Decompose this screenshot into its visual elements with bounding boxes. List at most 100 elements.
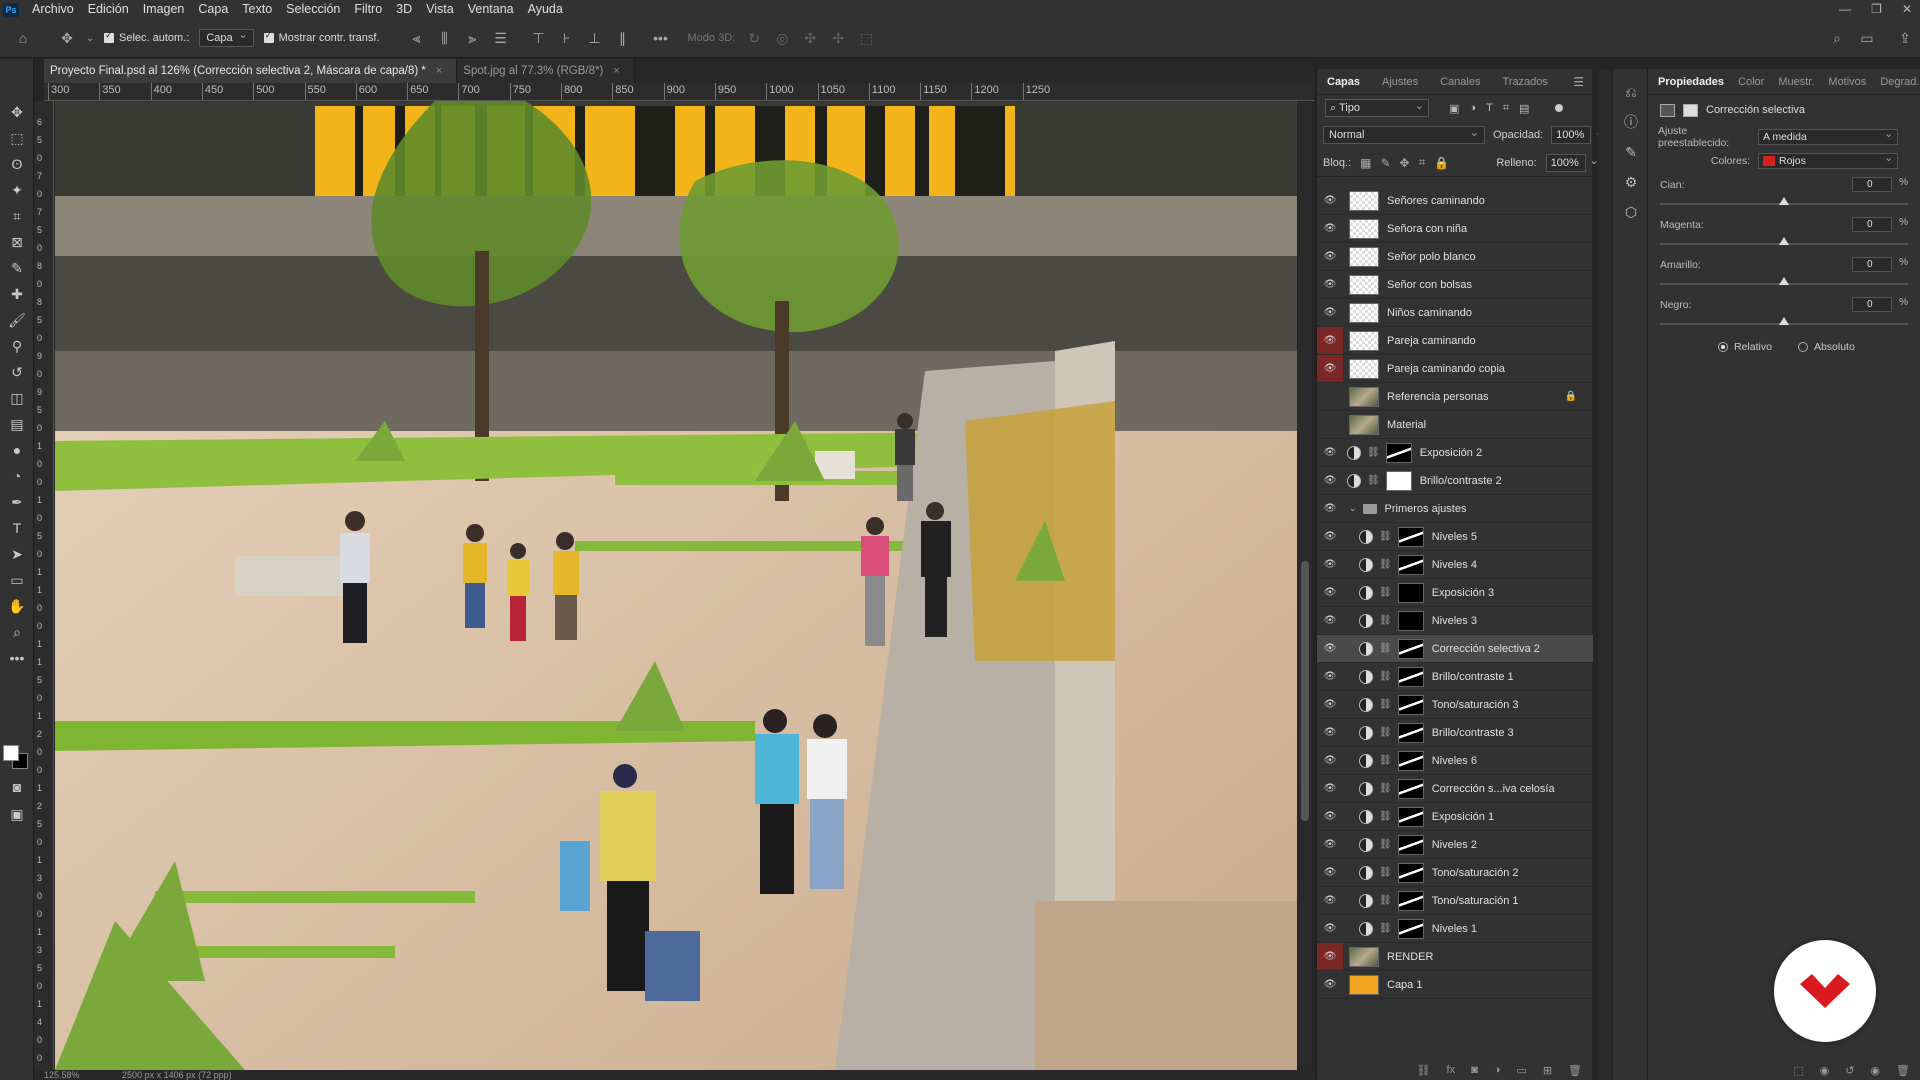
roll-3d-icon[interactable]: ◎	[773, 30, 791, 47]
layer-row[interactable]: 👁 ⛓ Niveles 6	[1317, 747, 1593, 775]
reset-icon[interactable]: ↺	[1845, 1064, 1854, 1077]
marquee-tool-icon[interactable]: ⬚	[0, 125, 34, 151]
slider-knob-icon[interactable]	[1779, 197, 1789, 205]
layer-mask-thumbnail[interactable]	[1397, 750, 1424, 771]
lock-transparency-icon[interactable]: ▦	[1360, 156, 1371, 170]
auto-select-checkbox[interactable]: Selec. autom.:	[104, 30, 189, 44]
shape-filter-icon[interactable]: ⌗	[1503, 102, 1509, 115]
relative-radio[interactable]: Relativo	[1718, 341, 1772, 353]
layer-row[interactable]: 👁 ⛓ Brillo/contraste 1	[1317, 663, 1593, 691]
visibility-eye-icon[interactable]: 👁	[1317, 419, 1343, 430]
layer-row[interactable]: 👁 Pareja caminando	[1317, 327, 1593, 355]
healing-brush-icon[interactable]: ✚	[0, 281, 34, 307]
layer-thumbnail[interactable]	[1349, 386, 1379, 407]
menu-item[interactable]: Ayuda	[521, 0, 570, 19]
blur-tool-icon[interactable]: ●	[0, 437, 34, 463]
mask-link-icon[interactable]: ⛓	[1379, 559, 1392, 570]
layer-thumbnail[interactable]	[1349, 330, 1379, 351]
visibility-eye-icon[interactable]: 👁	[1317, 895, 1343, 906]
colors-dropdown[interactable]: Rojos	[1758, 151, 1898, 169]
layers-scrollbar[interactable]	[1598, 69, 1612, 1080]
mask-link-icon[interactable]: ⛓	[1379, 615, 1392, 626]
mask-link-icon[interactable]: ⛓	[1379, 699, 1392, 710]
layer-mask-thumbnail[interactable]	[1397, 554, 1424, 575]
blend-mode-dropdown[interactable]: Normal	[1323, 125, 1485, 144]
mask-link-icon[interactable]: ⛓	[1379, 643, 1392, 654]
visibility-eye-icon[interactable]: 👁	[1317, 195, 1343, 206]
slider-knob-icon[interactable]	[1779, 317, 1789, 325]
adjustment-layer-icon[interactable]	[1359, 809, 1373, 824]
scale-3d-icon[interactable]: ⬚	[857, 30, 875, 47]
adjustment-layer-icon[interactable]	[1347, 473, 1361, 488]
mask-link-icon[interactable]: ⛓	[1379, 531, 1392, 542]
layer-mask-thumbnail[interactable]	[1385, 442, 1412, 463]
layer-mask-thumbnail[interactable]	[1397, 806, 1424, 827]
document-tab[interactable]: Proyecto Final.psd al 126% (Corrección s…	[44, 59, 458, 83]
new-layer-icon[interactable]: ⊞	[1543, 1064, 1552, 1077]
slider-value-field[interactable]: 0	[1852, 177, 1892, 192]
menu-item[interactable]: 3D	[389, 0, 419, 19]
visibility-eye-icon[interactable]: 👁	[1317, 559, 1343, 570]
close-icon[interactable]: ✕	[1902, 0, 1912, 19]
vertical-ruler[interactable]: 6507075080850909501001050110011501200125…	[34, 101, 54, 1070]
adjustment-layer-icon[interactable]	[1359, 921, 1373, 936]
frame-tool-icon[interactable]: ⊠	[0, 229, 34, 255]
layer-row[interactable]: 👁 ⛓ Exposición 2	[1317, 439, 1593, 467]
visibility-eye-icon[interactable]: 👁	[1317, 979, 1343, 990]
layer-mask-thumbnail[interactable]	[1397, 834, 1424, 855]
document-info[interactable]: 2500 px x 1406 px (72 ppp)	[122, 1070, 232, 1080]
visibility-eye-icon[interactable]: 👁	[1317, 867, 1343, 878]
adjustment-layer-icon[interactable]	[1359, 557, 1373, 572]
layer-row[interactable]: 👁 Pareja caminando copia	[1317, 355, 1593, 383]
adjustment-layer-icon[interactable]	[1359, 725, 1373, 740]
magic-wand-icon[interactable]: ✦	[0, 177, 34, 203]
adjustments-panel-icon[interactable]: ⚙	[1613, 167, 1649, 197]
adjustment-layer-icon[interactable]	[1359, 585, 1373, 600]
document-tab[interactable]: Spot.jpg al 77.3% (RGB/8*) ×	[457, 59, 635, 83]
menu-item[interactable]: Capa	[191, 0, 235, 19]
layer-row[interactable]: 👁 Señores caminando	[1317, 187, 1593, 215]
layer-row[interactable]: 👁 ⛓ Corrección s...iva celosía	[1317, 775, 1593, 803]
opacity-field[interactable]: 100%	[1551, 125, 1604, 144]
adjustment-filter-icon[interactable]: ◑	[1469, 102, 1476, 115]
align-middle-icon[interactable]: ⊦	[558, 30, 576, 47]
visibility-eye-icon[interactable]: 👁	[1317, 783, 1343, 794]
menu-item[interactable]: Edición	[81, 0, 136, 19]
mask-link-icon[interactable]: ⛓	[1379, 727, 1392, 738]
layer-thumbnail[interactable]	[1349, 414, 1379, 435]
layer-mask-thumbnail[interactable]	[1397, 582, 1424, 603]
visibility-eye-icon[interactable]: 👁	[1317, 223, 1343, 234]
menu-item[interactable]: Vista	[419, 0, 461, 19]
orbit-3d-icon[interactable]: ↻	[745, 30, 763, 47]
layer-thumbnail[interactable]	[1349, 190, 1379, 211]
layer-thumbnail[interactable]	[1349, 218, 1379, 239]
layer-mask-thumbnail[interactable]	[1397, 778, 1424, 799]
panel-tab[interactable]: Capas	[1327, 76, 1360, 88]
layer-row[interactable]: 👁 ⛓ Niveles 3	[1317, 607, 1593, 635]
layer-mask-thumbnail[interactable]	[1397, 666, 1424, 687]
panel-tab[interactable]: Trazados	[1502, 76, 1547, 88]
slider-knob-icon[interactable]	[1779, 277, 1789, 285]
align-left-icon[interactable]: ⫷	[408, 30, 426, 47]
fill-field[interactable]: 100%	[1545, 153, 1599, 172]
dodge-tool-icon[interactable]: ◔	[0, 463, 34, 489]
adjustment-layer-icon[interactable]	[1359, 781, 1373, 796]
clip-to-layer-icon[interactable]: ⬚	[1793, 1064, 1803, 1077]
auto-select-target-dropdown[interactable]: Capa	[199, 28, 254, 47]
edit-toolbar-icon[interactable]: •••	[0, 645, 34, 671]
layer-row[interactable]: 👁 Señor polo blanco	[1317, 243, 1593, 271]
visibility-eye-icon[interactable]: 👁	[1317, 587, 1343, 598]
history-panel-icon[interactable]: ⎌	[1613, 77, 1649, 107]
layer-thumbnail[interactable]	[1349, 246, 1379, 267]
panel-tab[interactable]: Degrad.	[1880, 76, 1919, 88]
restore-icon[interactable]: ❐	[1871, 0, 1882, 19]
mask-link-icon[interactable]: ⛓	[1379, 755, 1392, 766]
mask-link-icon[interactable]: ⛓	[1379, 867, 1392, 878]
hand-tool-icon[interactable]: ✋	[0, 593, 34, 619]
add-mask-icon[interactable]: ◙	[1471, 1064, 1478, 1076]
layer-mask-thumbnail[interactable]	[1397, 694, 1424, 715]
visibility-eye-icon[interactable]: 👁	[1317, 839, 1343, 850]
visibility-eye-icon[interactable]: 👁	[1317, 531, 1343, 542]
slider-knob-icon[interactable]	[1779, 237, 1789, 245]
layer-filter-dropdown[interactable]: ⌕ Tipo	[1325, 98, 1429, 117]
